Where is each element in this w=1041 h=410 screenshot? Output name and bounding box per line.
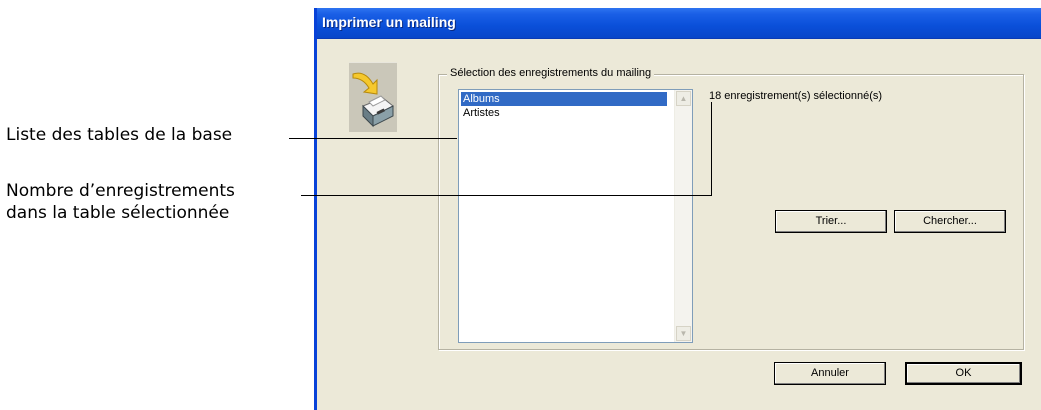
- callout-records-count-line1: Nombre d’enregistrements: [6, 181, 235, 201]
- group-legend: Sélection des enregistrements du mailing: [447, 67, 655, 79]
- tables-listbox[interactable]: Albums Artistes ▲ ▼: [458, 89, 693, 343]
- callout-tables-list: Liste des tables de la base: [6, 125, 233, 145]
- callout-records-count-line2: dans la table sélectionnée: [6, 203, 230, 223]
- scroll-up-icon[interactable]: ▲: [676, 91, 691, 106]
- list-item-artistes[interactable]: Artistes: [461, 106, 667, 120]
- printer-arrow-icon: [349, 62, 397, 132]
- callout-line-records-vertical: [711, 102, 712, 196]
- window-title: Imprimer un mailing: [322, 14, 456, 30]
- list-item-albums[interactable]: Albums: [461, 92, 667, 106]
- cancel-button[interactable]: Annuler: [774, 362, 886, 385]
- search-button[interactable]: Chercher...: [894, 210, 1006, 233]
- print-mailing-dialog: Imprimer un mailing Sélection des enregi…: [314, 8, 1041, 410]
- list-scrollbar[interactable]: ▲ ▼: [674, 90, 692, 342]
- callout-line-records: [301, 195, 711, 196]
- ok-button[interactable]: OK: [905, 362, 1022, 385]
- sort-button[interactable]: Trier...: [775, 210, 887, 233]
- scroll-down-icon[interactable]: ▼: [676, 326, 691, 341]
- callout-line-tables: [289, 138, 457, 139]
- record-count-text: 18 enregistrement(s) sélectionné(s): [709, 90, 883, 102]
- title-bar[interactable]: Imprimer un mailing: [317, 8, 1041, 39]
- selection-groupbox: Sélection des enregistrements du mailing…: [438, 67, 1024, 350]
